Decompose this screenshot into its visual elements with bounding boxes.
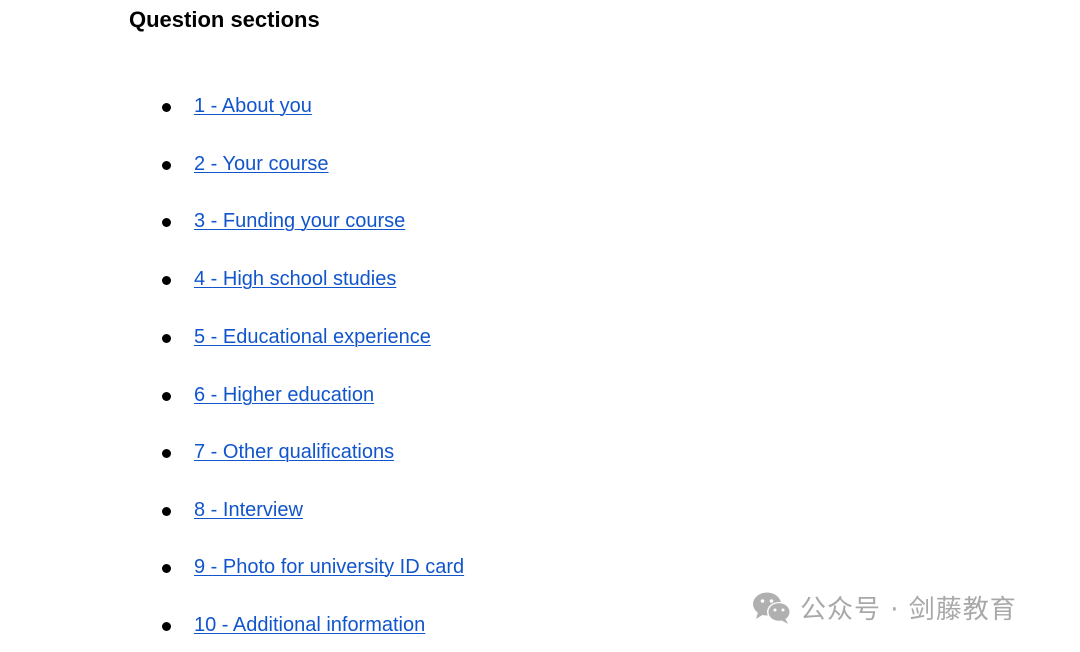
- list-item: 2 - Your course: [162, 150, 329, 178]
- section-link-high-school-studies[interactable]: 4 - High school studies: [194, 268, 396, 291]
- bullet-icon: [162, 506, 171, 516]
- bullet-icon: [162, 563, 171, 573]
- bullet-icon: [162, 621, 171, 631]
- bullet-icon: [162, 160, 171, 170]
- list-item: 8 - Interview: [162, 496, 303, 524]
- bullet-icon: [162, 333, 171, 343]
- section-link-educational-experience[interactable]: 5 - Educational experience: [194, 326, 431, 349]
- section-link-about-you[interactable]: 1 - About you: [194, 95, 312, 118]
- wechat-icon: [753, 592, 791, 624]
- bullet-icon: [162, 275, 171, 285]
- list-item: 6 - Higher education: [162, 381, 374, 409]
- section-link-other-qualifications[interactable]: 7 - Other qualifications: [194, 441, 394, 464]
- list-item: 5 - Educational experience: [162, 323, 431, 351]
- section-link-your-course[interactable]: 2 - Your course: [194, 153, 329, 176]
- watermark-text: 公众号 · 剑藤教育: [800, 595, 1017, 625]
- bullet-icon: [162, 391, 171, 401]
- list-item: 9 - Photo for university ID card: [162, 553, 464, 581]
- section-link-photo-for-id-card[interactable]: 9 - Photo for university ID card: [194, 556, 464, 579]
- page-title: Question sections: [129, 7, 320, 32]
- list-item: 4 - High school studies: [162, 265, 396, 293]
- section-link-interview[interactable]: 8 - Interview: [194, 499, 303, 522]
- section-link-funding-your-course[interactable]: 3 - Funding your course: [194, 210, 405, 233]
- list-item: 7 - Other qualifications: [162, 438, 394, 466]
- section-link-additional-information[interactable]: 10 - Additional information: [194, 614, 425, 637]
- bullet-icon: [162, 217, 171, 227]
- section-link-higher-education[interactable]: 6 - Higher education: [194, 384, 374, 407]
- list-item: 1 - About you: [162, 92, 312, 120]
- bullet-icon: [162, 102, 171, 112]
- watermark: 公众号 · 剑藤教育: [752, 589, 1017, 626]
- list-item: 3 - Funding your course: [162, 207, 405, 235]
- bullet-icon: [162, 448, 171, 458]
- list-item: 10 - Additional information: [162, 611, 425, 639]
